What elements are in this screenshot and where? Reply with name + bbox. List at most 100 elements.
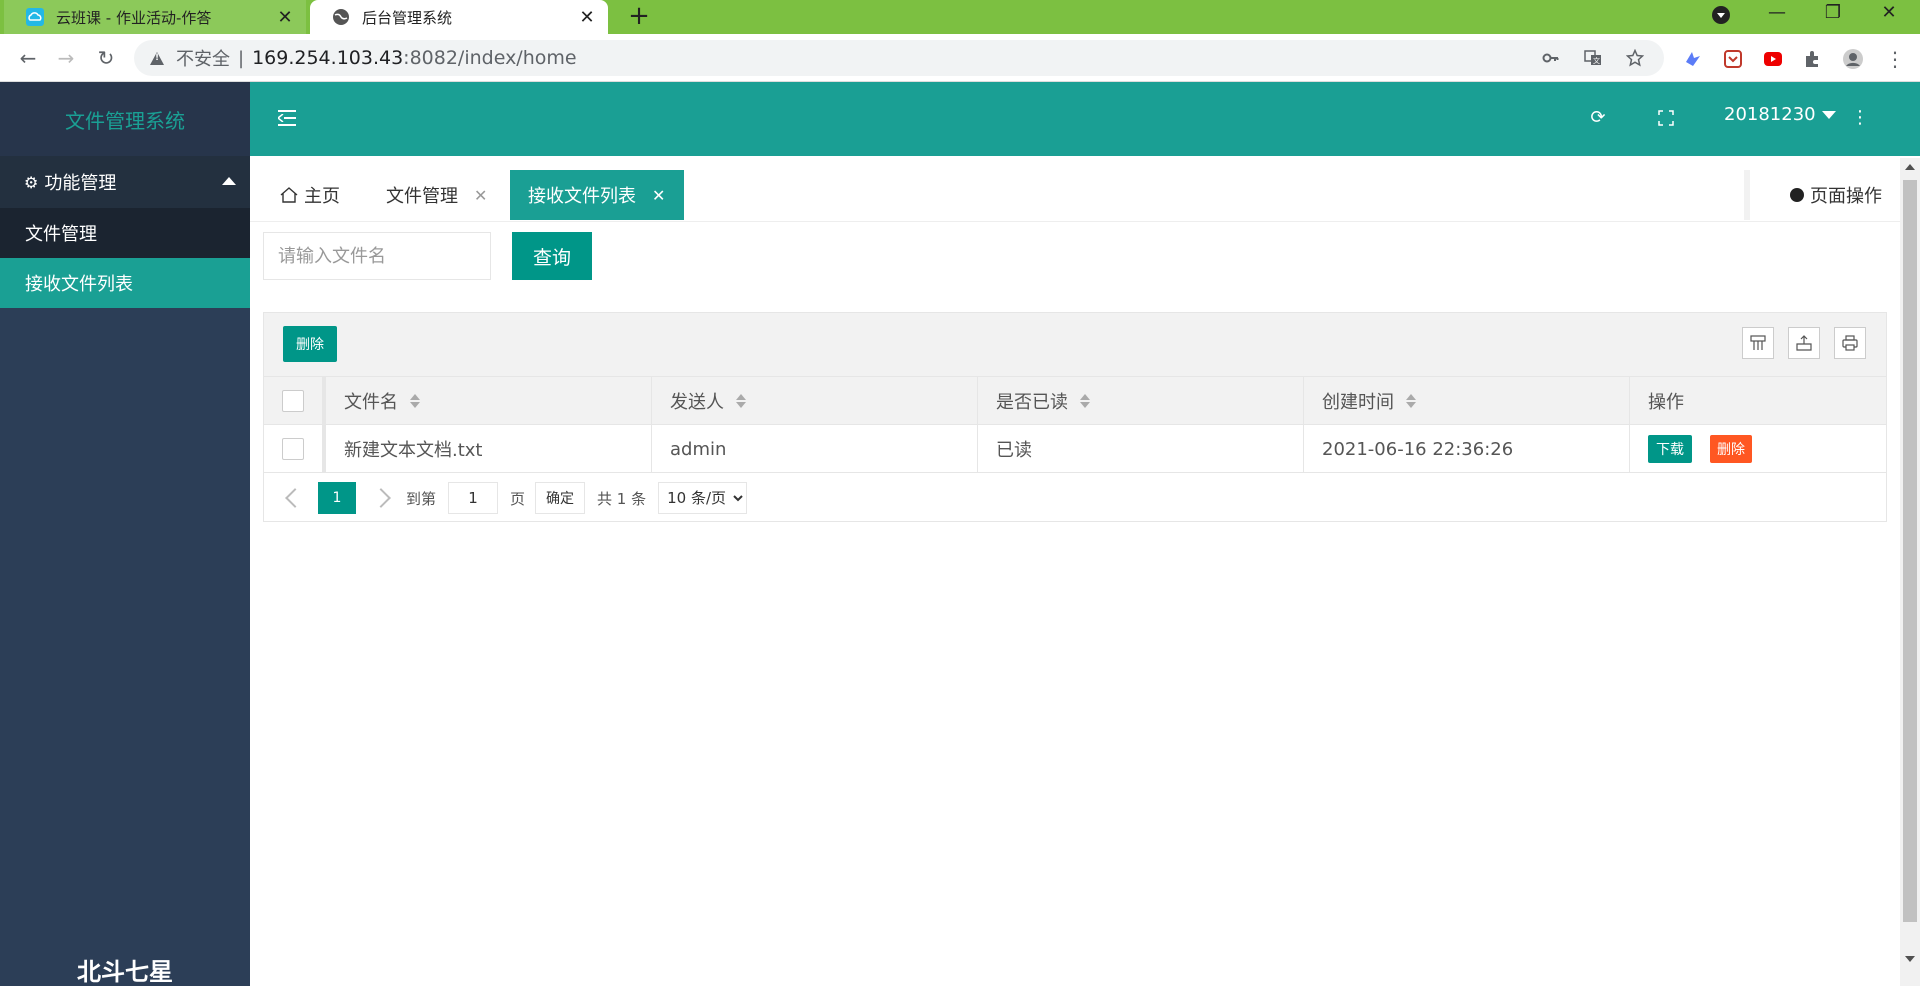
warning-icon	[150, 51, 164, 65]
key-icon[interactable]	[1542, 49, 1560, 67]
column-header-sender[interactable]: 发送人	[652, 377, 978, 425]
column-header-created[interactable]: 创建时间	[1304, 377, 1630, 425]
column-header-label: 是否已读	[996, 392, 1068, 413]
page-size-select[interactable]: 10 条/页	[658, 482, 748, 514]
sort-icon[interactable]	[1080, 393, 1090, 409]
browser-tab-strip: 云班课 - 作业活动-作答 ✕ 后台管理系统 ✕ + — ❐ ✕	[0, 0, 1920, 34]
total-count: 共 1 条	[597, 489, 647, 508]
tab-label: 文件管理	[386, 186, 458, 207]
home-icon	[280, 187, 298, 203]
next-page-icon[interactable]	[371, 488, 391, 508]
forward-arrow-icon[interactable]: →	[50, 42, 82, 74]
profile-avatar-icon[interactable]	[1842, 48, 1864, 70]
browser-menu-icon[interactable]: ⋮	[1884, 48, 1906, 70]
header-checkbox-cell	[264, 377, 326, 425]
cell-filename: 新建文本文档.txt	[326, 425, 652, 473]
tab-home[interactable]: 主页	[280, 170, 340, 220]
tab-received-files[interactable]: 接收文件列表 ✕	[510, 170, 684, 220]
scrollbar-thumb[interactable]	[1903, 180, 1917, 922]
restore-icon[interactable]: ❐	[1810, 0, 1856, 28]
tab-search-icon[interactable]	[1712, 6, 1730, 24]
app-logo[interactable]: 文件管理系统	[0, 82, 250, 156]
table-header: 文件名 发送人 是否已读 创建时间 操作	[264, 377, 1886, 425]
username: 20181230	[1724, 104, 1816, 125]
browser-tab-admin[interactable]: 后台管理系统 ✕	[310, 0, 608, 34]
column-header-actions: 操作	[1630, 377, 1886, 425]
browser-tab-title: 云班课 - 作业活动-作答	[56, 8, 212, 27]
url-host: 169.254.103.43	[252, 47, 404, 69]
column-header-label: 创建时间	[1322, 392, 1394, 413]
extensions-puzzle-icon[interactable]	[1802, 48, 1824, 70]
download-button[interactable]: 下载	[1648, 435, 1692, 463]
circle-dot-icon	[1790, 188, 1804, 202]
url-path: :8082/index/home	[403, 47, 577, 69]
minimize-icon[interactable]: —	[1754, 0, 1800, 28]
menu-group-function[interactable]: ⚙ 功能管理	[0, 156, 250, 208]
user-menu[interactable]: 20181230	[1724, 104, 1836, 125]
more-vertical-icon[interactable]: ⋮	[1848, 106, 1872, 130]
scroll-up-icon[interactable]	[1905, 164, 1915, 170]
security-label: 不安全	[176, 49, 230, 70]
page-scrollbar[interactable]	[1900, 158, 1920, 986]
column-header-label: 发送人	[670, 392, 724, 413]
sort-icon[interactable]	[410, 393, 420, 409]
filename-search-input[interactable]	[263, 232, 491, 280]
column-header-label: 操作	[1648, 392, 1684, 413]
page-suffix: 页	[510, 489, 526, 508]
file-table: 删除 文件名 发送人 是否已读 创建时间 操作 新建文本文档.txt admin…	[263, 312, 1887, 522]
column-header-label: 文件名	[344, 392, 398, 413]
sidebar-item-file-management[interactable]: 文件管理	[0, 208, 250, 258]
extension-pocket-icon[interactable]	[1722, 48, 1744, 70]
close-icon[interactable]: ✕	[652, 186, 665, 205]
refresh-icon[interactable]: ⟳	[1586, 106, 1610, 130]
current-page[interactable]: 1	[318, 482, 356, 514]
chevron-up-icon	[222, 177, 236, 185]
menu-group-label: 功能管理	[44, 173, 117, 194]
select-all-checkbox[interactable]	[282, 390, 304, 412]
browser-tab-cloudclass[interactable]: 云班课 - 作业活动-作答 ✕	[4, 0, 306, 34]
fullscreen-icon[interactable]	[1654, 106, 1678, 130]
translate-icon[interactable]: 文	[1584, 49, 1602, 67]
address-bar[interactable]: 不安全 | 169.254.103.43 :8082/index/home 文	[134, 40, 1664, 76]
export-icon[interactable]	[1788, 327, 1820, 359]
cell-sender: admin	[652, 425, 978, 473]
sidebar-item-received-files[interactable]: 接收文件列表	[0, 258, 250, 308]
column-header-read[interactable]: 是否已读	[978, 377, 1304, 425]
close-icon[interactable]: ✕	[576, 7, 598, 28]
page-operations[interactable]: 页面操作	[1744, 170, 1882, 220]
print-icon[interactable]	[1834, 327, 1866, 359]
close-icon[interactable]: ✕	[474, 186, 487, 205]
new-tab-plus-icon[interactable]: +	[624, 2, 654, 32]
chevron-down-icon	[1821, 111, 1836, 119]
cell-read-status: 已读	[978, 425, 1304, 473]
gear-icon: ⚙	[24, 172, 39, 192]
tab-file-management[interactable]: 文件管理 ✕	[386, 170, 487, 220]
columns-filter-icon[interactable]	[1742, 327, 1774, 359]
app-header: ⟳ 20181230 ⋮	[250, 82, 1920, 156]
extension-video-icon[interactable]	[1762, 48, 1784, 70]
sidebar: 文件管理系统 ⚙ 功能管理 文件管理 接收文件列表 北斗七星	[0, 82, 250, 986]
prev-page-icon[interactable]	[285, 488, 305, 508]
search-button[interactable]: 查询	[512, 232, 592, 280]
close-icon[interactable]: ✕	[274, 7, 296, 28]
goto-page-input[interactable]	[448, 482, 499, 514]
reload-icon[interactable]: ↻	[90, 42, 122, 74]
batch-delete-button[interactable]: 删除	[283, 326, 337, 362]
svg-text:文: 文	[1593, 56, 1600, 65]
collapse-menu-icon[interactable]	[278, 110, 296, 126]
star-icon[interactable]	[1625, 48, 1645, 67]
cell-actions: 下载 删除	[1630, 425, 1886, 473]
scroll-down-icon[interactable]	[1905, 956, 1915, 962]
footer-brand: 北斗七星	[77, 958, 173, 986]
sort-icon[interactable]	[736, 393, 746, 409]
browser-tab-title: 后台管理系统	[362, 8, 453, 27]
sort-icon[interactable]	[1406, 393, 1416, 409]
goto-confirm-button[interactable]: 确定	[535, 482, 586, 514]
back-arrow-icon[interactable]: ←	[12, 42, 44, 74]
window-close-icon[interactable]: ✕	[1866, 0, 1912, 28]
extension-bird-icon[interactable]	[1682, 48, 1704, 70]
row-delete-button[interactable]: 删除	[1710, 435, 1752, 463]
row-checkbox[interactable]	[282, 438, 304, 460]
tab-label: 主页	[304, 186, 340, 207]
column-header-filename[interactable]: 文件名	[326, 377, 652, 425]
